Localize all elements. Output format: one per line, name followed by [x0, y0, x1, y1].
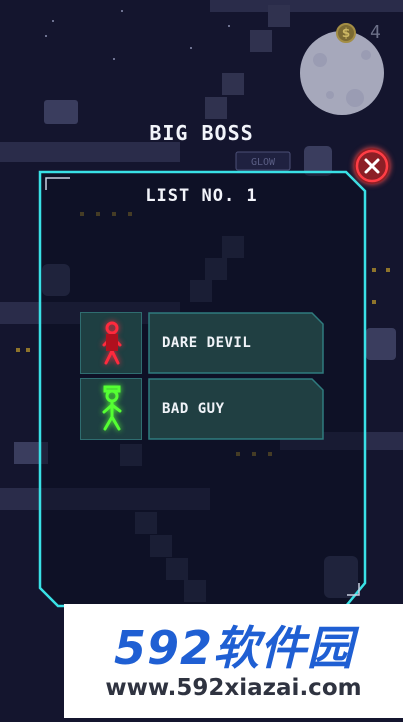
name-plate[interactable]: DARE DEVIL: [148, 312, 324, 374]
character-name: DARE DEVIL: [162, 335, 252, 351]
watermark-logo: 592软件园: [113, 621, 355, 675]
character-portrait: [80, 378, 142, 440]
name-plate[interactable]: BAD GUY: [148, 378, 324, 440]
character-row-dare-devil[interactable]: DARE DEVIL: [80, 312, 324, 374]
stickman-green-icon: [102, 385, 122, 431]
character-portrait: [80, 312, 142, 374]
list-title: LIST NO. 1: [145, 186, 258, 206]
character-row-bad-guy[interactable]: BAD GUY: [80, 378, 324, 440]
close-x-icon: [355, 149, 389, 183]
stickman-red-icon: [102, 321, 122, 365]
character-name: BAD GUY: [162, 401, 225, 417]
close-button[interactable]: [354, 148, 390, 184]
watermark-url: www.592xiazai.com: [105, 675, 362, 701]
